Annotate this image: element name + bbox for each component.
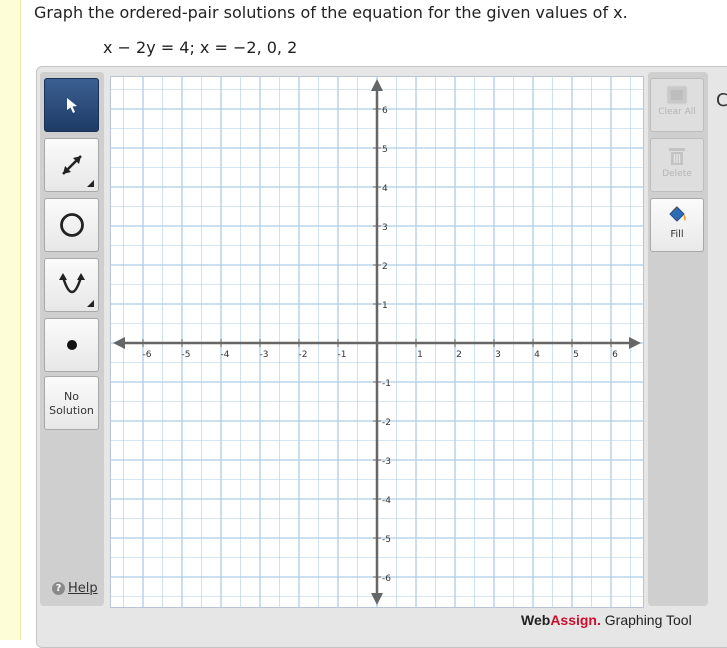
help-label: Help bbox=[68, 581, 98, 596]
x-tick-label: 4 bbox=[534, 350, 540, 360]
brand-assign: Assign. bbox=[550, 612, 601, 628]
clear-all-button[interactable]: Clear All bbox=[650, 78, 704, 132]
y-tick-label: -4 bbox=[382, 496, 391, 506]
parabola-tool-button[interactable] bbox=[44, 258, 99, 312]
x-axis-arrow-right-icon bbox=[629, 337, 641, 349]
no-solution-label-line2: Solution bbox=[49, 404, 94, 417]
equation-text: x − 2y = 4; x = −2, 0, 2 bbox=[103, 38, 298, 57]
brand-web: Web bbox=[521, 612, 551, 628]
clear-all-icon bbox=[666, 85, 688, 105]
x-tick-label: 5 bbox=[573, 350, 579, 360]
x-tick-label: -3 bbox=[260, 350, 269, 360]
x-tick-label: -4 bbox=[221, 350, 230, 360]
delete-button[interactable]: Delete bbox=[650, 138, 704, 192]
x-tick-label: -2 bbox=[299, 350, 308, 360]
x-axis-arrow-left-icon bbox=[113, 337, 125, 349]
graph-canvas[interactable]: -6 -5 -4 -3 -2 -1 1 2 3 4 5 6 6 5 4 3 2 1 -1 -2 -3 -4 -5 -6 bbox=[110, 76, 644, 608]
no-solution-button[interactable]: No Solution bbox=[44, 376, 99, 430]
help-link[interactable]: ? Help bbox=[52, 581, 98, 596]
y-tick-label: 6 bbox=[382, 106, 388, 116]
y-tick-label: -2 bbox=[382, 418, 391, 428]
submenu-corner-icon bbox=[87, 180, 94, 187]
x-tick-label: -1 bbox=[338, 350, 347, 360]
cut-off-glyph: C bbox=[716, 90, 727, 111]
y-tick-label: -6 bbox=[382, 574, 391, 584]
submenu-corner-icon bbox=[87, 300, 94, 307]
point-icon bbox=[66, 340, 77, 350]
pointer-tool-button[interactable] bbox=[44, 78, 99, 132]
y-tick-label: 4 bbox=[382, 184, 388, 194]
x-tick-label: -6 bbox=[143, 350, 152, 360]
y-tick-label: 2 bbox=[382, 262, 388, 272]
question-prompt: Graph the ordered-pair solutions of the … bbox=[34, 3, 628, 22]
y-tick-label: 1 bbox=[382, 301, 388, 311]
x-tick-label: 3 bbox=[495, 350, 501, 360]
fill-label: Fill bbox=[670, 229, 684, 240]
x-tick-label: 2 bbox=[456, 350, 462, 360]
no-solution-label-line1: No bbox=[64, 390, 79, 403]
x-tick-label: 1 bbox=[417, 350, 423, 360]
line-tool-button[interactable] bbox=[44, 138, 99, 192]
double-arrow-line-icon bbox=[61, 155, 82, 175]
x-tick-label: 6 bbox=[612, 350, 618, 360]
paint-bucket-icon bbox=[669, 206, 686, 222]
brand-graphing-tool: Graphing Tool bbox=[600, 612, 692, 628]
axes bbox=[113, 79, 641, 605]
parabola-icon bbox=[58, 273, 85, 294]
delete-label: Delete bbox=[662, 169, 692, 179]
webassign-branding: WebAssign. Graphing Tool bbox=[521, 612, 692, 628]
y-axis-arrow-down-icon bbox=[371, 593, 383, 605]
help-question-icon: ? bbox=[52, 582, 65, 595]
cursor-arrow-icon bbox=[66, 98, 77, 113]
y-tick-label: 5 bbox=[382, 145, 388, 155]
coordinate-plane[interactable]: -6 -5 -4 -3 -2 -1 1 2 3 4 5 6 6 5 4 3 2 1 -1 -2 -3 -4 -5 -6 bbox=[111, 77, 643, 607]
circle-tool-button[interactable] bbox=[44, 198, 99, 252]
y-tick-label: -3 bbox=[382, 457, 391, 467]
y-axis-arrow-up-icon bbox=[371, 79, 383, 91]
x-tick-label: -5 bbox=[182, 350, 191, 360]
y-tick-label: -5 bbox=[382, 535, 391, 545]
y-tick-label: -1 bbox=[382, 379, 391, 389]
point-tool-button[interactable] bbox=[44, 318, 99, 372]
left-margin-stripe bbox=[0, 0, 21, 640]
fill-button[interactable]: Fill bbox=[650, 198, 704, 252]
clear-all-label: Clear All bbox=[658, 107, 696, 117]
trash-icon bbox=[669, 148, 685, 165]
circle-icon bbox=[59, 213, 84, 237]
tick-labels: -6 -5 -4 -3 -2 -1 1 2 3 4 5 6 6 5 4 3 2 1 -1 -2 -3 -4 -5 -6 bbox=[143, 106, 619, 584]
y-tick-label: 3 bbox=[382, 223, 388, 233]
